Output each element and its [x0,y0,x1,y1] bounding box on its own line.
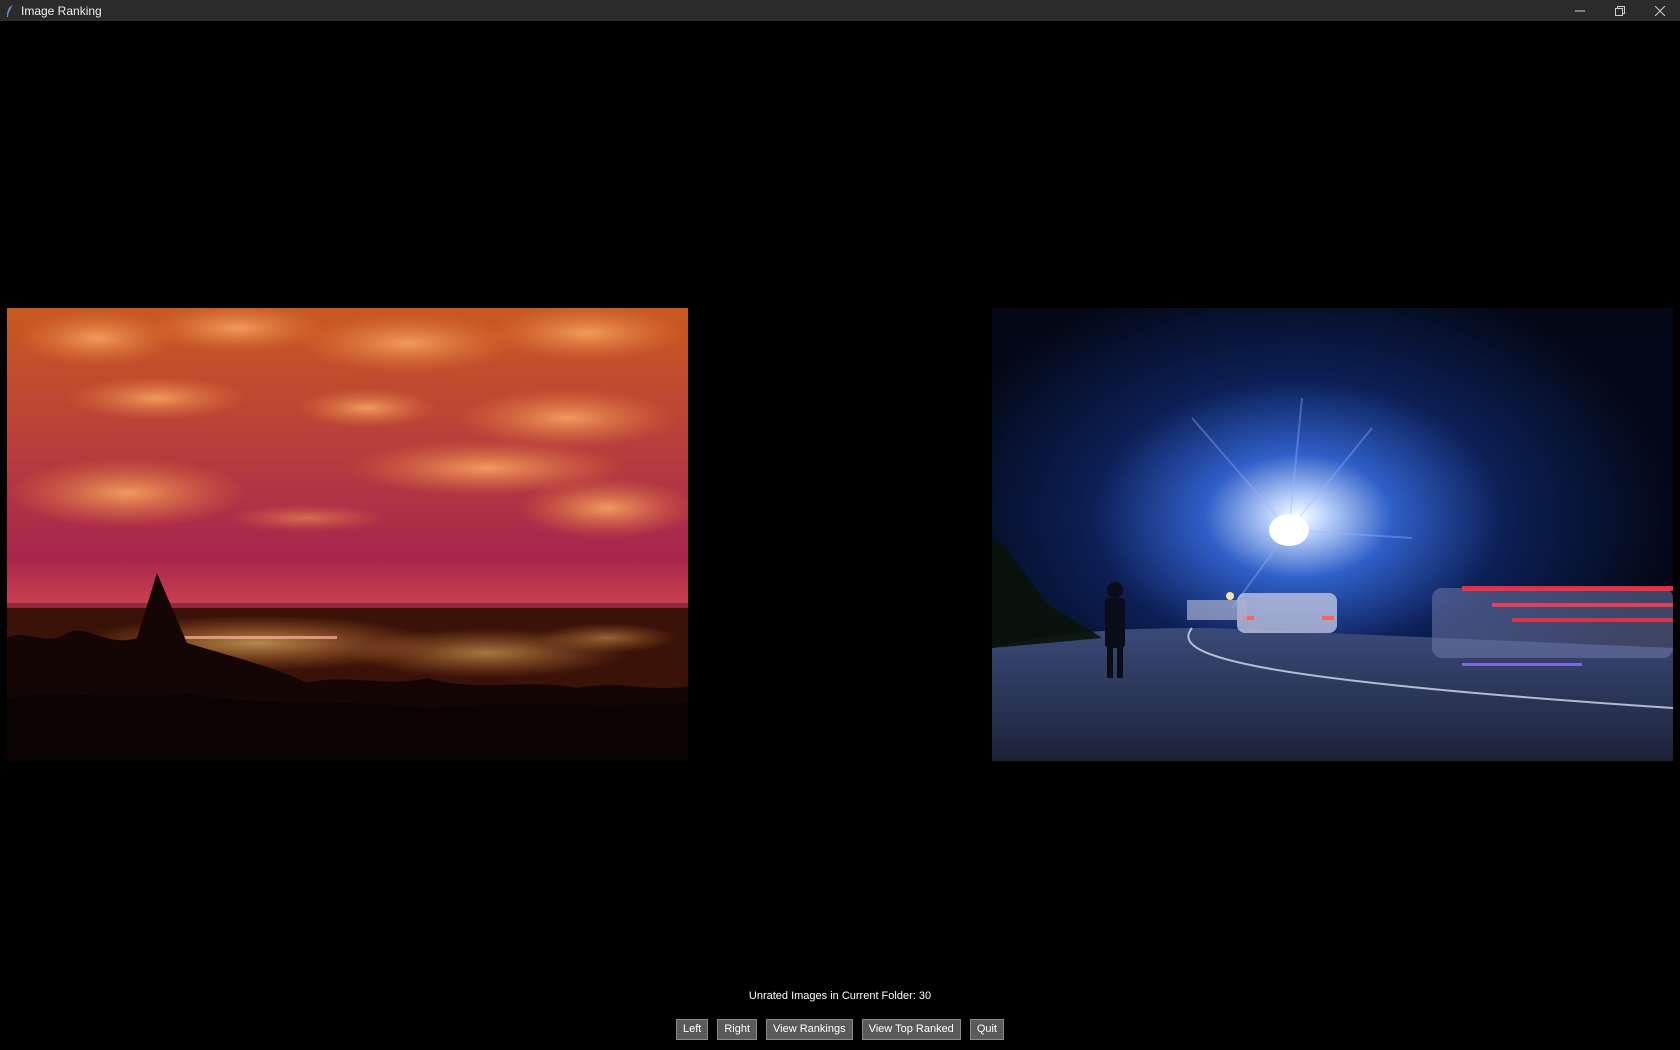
quit-button[interactable]: Quit [969,1019,1004,1040]
view-top-ranked-button[interactable]: View Top Ranked [861,1019,961,1040]
close-icon[interactable] [1640,0,1680,21]
right-button[interactable]: Right [717,1019,758,1040]
title-bar[interactable]: Image Ranking [0,0,1680,21]
minimize-icon[interactable] [1560,0,1600,21]
unrated-count-label: Unrated Images in Current Folder: 30 [748,990,932,1002]
action-buttons: Left Right View Rankings View Top Ranked… [0,1019,1680,1040]
right-image[interactable] [992,308,1673,761]
left-button[interactable]: Left [675,1019,709,1040]
window-controls [1560,0,1680,21]
photo-city-night-sunset [7,308,688,761]
left-image[interactable] [7,308,688,761]
restore-icon[interactable] [1600,0,1640,21]
view-rankings-button[interactable]: View Rankings [766,1019,853,1040]
photo-night-road-light-trails [992,308,1673,761]
window-title: Image Ranking [21,3,102,18]
app-window: Image Ranking Unrated Images in Current … [0,0,1680,1050]
feather-icon [5,4,15,18]
